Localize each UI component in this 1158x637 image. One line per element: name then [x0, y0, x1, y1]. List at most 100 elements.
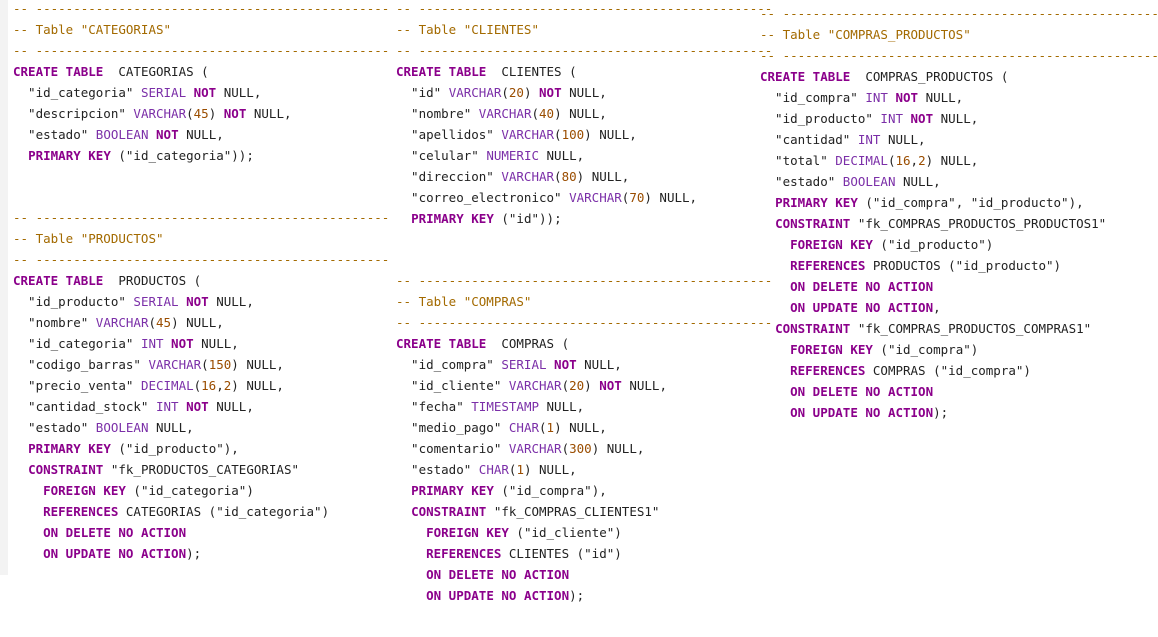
productos-table-block: -- -------------------------------------…: [13, 207, 389, 564]
code-text: "apellidos": [396, 127, 502, 142]
type-text: BOOLEAN: [95, 127, 149, 142]
type-text: SERIAL: [140, 85, 187, 100]
code-line: "nombre" VARCHAR(45) NULL,: [13, 312, 373, 333]
keyword-text: NOT: [554, 357, 577, 372]
code-line: "fecha" TIMESTAMP NULL,: [396, 396, 756, 417]
code-text: ): [523, 85, 540, 100]
code-text: "fk_COMPRAS_CLIENTES1": [486, 504, 660, 519]
code-line: ON DELETE NO ACTION: [13, 522, 373, 543]
code-text: NULL,: [193, 336, 239, 351]
number-literal: 40: [539, 106, 555, 121]
keyword-text: NOT: [895, 90, 919, 105]
code-text: (: [561, 441, 570, 456]
code-text: CLIENTES (: [486, 64, 577, 79]
type-text: VARCHAR: [569, 190, 622, 205]
code-text: ) NULL,: [584, 127, 637, 142]
keyword-text: ON DELETE NO ACTION: [790, 279, 934, 294]
code-line: FOREIGN KEY ("id_categoria"): [13, 480, 373, 501]
code-text: ("id_categoria"): [125, 483, 254, 498]
keyword-text: ON DELETE NO ACTION: [790, 384, 934, 399]
comment-text: -- -------------------------------------…: [13, 43, 390, 58]
code-line: "total" DECIMAL(16,2) NULL,: [760, 150, 1155, 171]
code-line: -- Table "PRODUCTOS": [13, 228, 373, 249]
code-line: -- -------------------------------------…: [13, 40, 389, 61]
number-literal: 1: [516, 462, 524, 477]
code-line: -- -------------------------------------…: [13, 207, 389, 228]
code-text: "estado": [13, 420, 96, 435]
compras-productos-table-block: -- -------------------------------------…: [760, 3, 1158, 423]
number-literal: 16: [201, 378, 217, 393]
comment-text: -- Table "PRODUCTOS": [13, 231, 164, 246]
code-text: NULL,: [561, 85, 607, 100]
code-text: (: [201, 357, 209, 372]
number-literal: 100: [561, 127, 585, 142]
code-line: PRIMARY KEY ("id_compra", "id_producto")…: [760, 192, 1155, 213]
code-text: NULL,: [208, 294, 254, 309]
keyword-text: NOT: [171, 336, 194, 351]
code-line: CREATE TABLE CLIENTES (: [396, 61, 756, 82]
code-line: CREATE TABLE CATEGORIAS (: [13, 61, 373, 82]
keyword-text: NOT: [186, 399, 209, 414]
type-text: INT: [865, 90, 888, 105]
code-text: "id_producto": [760, 111, 881, 126]
code-text: NULL,: [539, 148, 585, 163]
number-literal: 20: [508, 85, 524, 100]
type-text: CHAR: [508, 420, 539, 435]
code-text: ) NULL,: [554, 420, 607, 435]
keyword-text: CREATE TABLE: [396, 64, 487, 79]
code-line: FOREIGN KEY ("id_producto"): [760, 234, 1155, 255]
keyword-text: ON DELETE NO ACTION: [426, 567, 570, 582]
type-text: VARCHAR: [148, 357, 202, 372]
code-text: "celular": [396, 148, 487, 163]
comment-text: -- -------------------------------------…: [396, 43, 773, 58]
comment-text: -- -------------------------------------…: [396, 1, 773, 16]
code-text: ("id_producto"): [872, 237, 994, 252]
code-text: NULL,: [216, 85, 262, 100]
code-line: ON DELETE NO ACTION: [396, 564, 756, 585]
code-line: PRIMARY KEY ("id_compra"),: [396, 480, 756, 501]
code-line: FOREIGN KEY ("id_cliente"): [396, 522, 756, 543]
code-line: -- -------------------------------------…: [13, 249, 389, 270]
keyword-text: ON UPDATE NO ACTION: [426, 588, 570, 603]
keyword-text: NOT: [539, 85, 562, 100]
keyword-text: ON UPDATE NO ACTION: [43, 546, 187, 561]
comment-text: -- -------------------------------------…: [760, 6, 1158, 21]
comment-text: -- Table "CATEGORIAS": [13, 22, 172, 37]
type-text: VARCHAR: [448, 85, 502, 100]
code-text: (: [531, 106, 540, 121]
code-line: "id_categoria" INT NOT NULL,: [13, 333, 373, 354]
code-text: ("id"));: [493, 211, 562, 226]
keyword-text: CONSTRAINT: [775, 216, 851, 231]
keyword-text: PRIMARY KEY: [775, 195, 858, 210]
keyword-text: FOREIGN KEY: [790, 342, 873, 357]
code-line: ON UPDATE NO ACTION);: [760, 402, 1155, 423]
keyword-text: CONSTRAINT: [28, 462, 104, 477]
code-text: COMPRAS (: [486, 336, 570, 351]
code-line: "id_categoria" SERIAL NOT NULL,: [13, 82, 373, 103]
keyword-text: CONSTRAINT: [411, 504, 487, 519]
editor-gutter: [0, 0, 8, 575]
code-line: REFERENCES PRODUCTOS ("id_producto"): [760, 255, 1155, 276]
code-line: CONSTRAINT "fk_PRODUCTOS_CATEGORIAS": [13, 459, 373, 480]
keyword-text: CREATE TABLE: [760, 69, 851, 84]
number-literal: 150: [208, 357, 232, 372]
keyword-text: NOT: [186, 294, 209, 309]
code-text: );: [933, 405, 949, 420]
code-line: REFERENCES CLIENTES ("id"): [396, 543, 756, 564]
type-text: SERIAL: [133, 294, 179, 309]
type-text: INT: [880, 111, 903, 126]
code-line: "precio_venta" DECIMAL(16,2) NULL,: [13, 375, 373, 396]
type-text: VARCHAR: [501, 127, 555, 142]
code-text: );: [186, 546, 202, 561]
code-line: "correo_electronico" VARCHAR(70) NULL,: [396, 187, 756, 208]
